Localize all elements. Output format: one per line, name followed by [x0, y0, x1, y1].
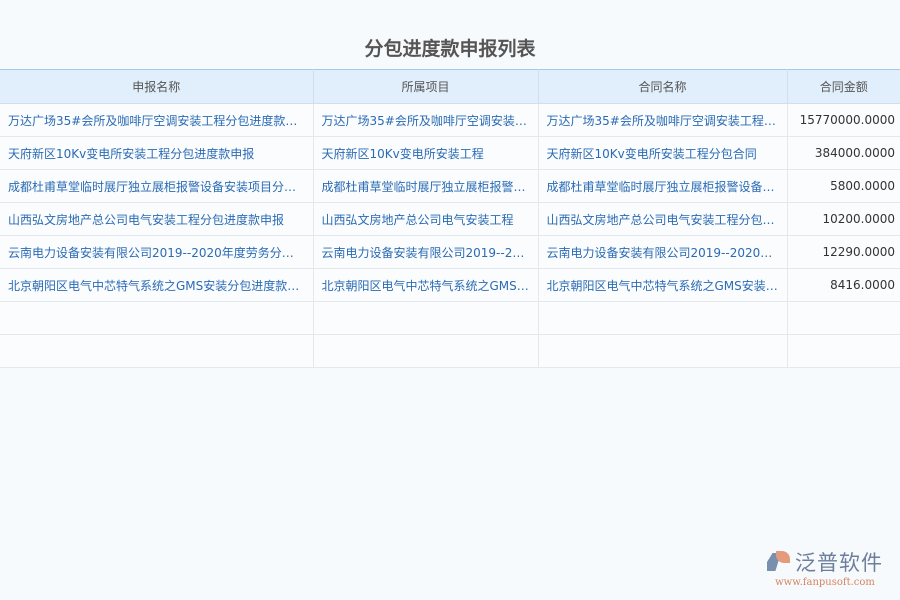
logo-url: www.fanpusoft.com — [760, 577, 890, 588]
contract-amount-cell: 5800.0000 — [787, 170, 900, 203]
report-name-cell — [0, 302, 313, 335]
column-header-project[interactable]: 所属项目 — [313, 70, 538, 104]
project-cell[interactable]: 云南电力设备安装有限公司2019--202… — [313, 236, 538, 269]
contract-amount-cell: 15770000.0000 — [787, 104, 900, 137]
report-name-cell[interactable]: 天府新区10Kv变电所安装工程分包进度款申报 — [0, 137, 313, 170]
report-name-cell — [0, 335, 313, 368]
report-name-cell[interactable]: 成都杜甫草堂临时展厅独立展柜报警设备安装项目分包… — [0, 170, 313, 203]
contract-amount-cell — [787, 335, 900, 368]
contract-name-cell[interactable]: 北京朝阳区电气中芯特气系统之GMS安装… — [538, 269, 787, 302]
report-name-cell[interactable]: 山西弘文房地产总公司电气安装工程分包进度款申报 — [0, 203, 313, 236]
project-cell[interactable]: 山西弘文房地产总公司电气安装工程 — [313, 203, 538, 236]
column-header-contract-name[interactable]: 合同名称 — [538, 70, 787, 104]
report-name-cell[interactable]: 北京朝阳区电气中芯特气系统之GMS安装分包进度款申报 — [0, 269, 313, 302]
table-row[interactable]: 万达广场35#会所及咖啡厅空调安装工程分包进度款申报万达广场35#会所及咖啡厅空… — [0, 104, 900, 137]
table-row[interactable]: 成都杜甫草堂临时展厅独立展柜报警设备安装项目分包…成都杜甫草堂临时展厅独立展柜报… — [0, 170, 900, 203]
column-header-contract-amount[interactable]: 合同金额 — [787, 70, 900, 104]
table-row[interactable]: 云南电力设备安装有限公司2019--2020年度劳务分包进…云南电力设备安装有限… — [0, 236, 900, 269]
contract-amount-cell: 384000.0000 — [787, 137, 900, 170]
contract-amount-cell: 8416.0000 — [787, 269, 900, 302]
contract-amount-cell — [787, 302, 900, 335]
contract-amount-cell: 12290.0000 — [787, 236, 900, 269]
contract-amount-cell: 10200.0000 — [787, 203, 900, 236]
report-name-cell[interactable]: 万达广场35#会所及咖啡厅空调安装工程分包进度款申报 — [0, 104, 313, 137]
empty-table-row — [0, 335, 900, 368]
report-name-cell[interactable]: 云南电力设备安装有限公司2019--2020年度劳务分包进… — [0, 236, 313, 269]
project-cell[interactable]: 北京朝阳区电气中芯特气系统之GMS… — [313, 269, 538, 302]
table-header: 申报名称 所属项目 合同名称 合同金额 — [0, 70, 900, 104]
contract-name-cell[interactable]: 云南电力设备安装有限公司2019--2020年… — [538, 236, 787, 269]
project-cell[interactable]: 成都杜甫草堂临时展厅独立展柜报警… — [313, 170, 538, 203]
column-header-report-name[interactable]: 申报名称 — [0, 70, 313, 104]
project-cell[interactable]: 万达广场35#会所及咖啡厅空调安装… — [313, 104, 538, 137]
page-title: 分包进度款申报列表 — [0, 34, 900, 61]
contract-name-cell — [538, 335, 787, 368]
project-cell[interactable]: 天府新区10Kv变电所安装工程 — [313, 137, 538, 170]
logo-mark-icon — [767, 551, 791, 573]
fanpusoft-logo: 泛普软件 www.fanpusoft.com — [760, 547, 890, 588]
contract-name-cell — [538, 302, 787, 335]
contract-name-cell[interactable]: 山西弘文房地产总公司电气安装工程分包… — [538, 203, 787, 236]
contract-name-cell[interactable]: 万达广场35#会所及咖啡厅空调安装工程… — [538, 104, 787, 137]
table-row[interactable]: 北京朝阳区电气中芯特气系统之GMS安装分包进度款申报北京朝阳区电气中芯特气系统之… — [0, 269, 900, 302]
empty-table-row — [0, 302, 900, 335]
project-cell — [313, 335, 538, 368]
contract-name-cell[interactable]: 成都杜甫草堂临时展厅独立展柜报警设备… — [538, 170, 787, 203]
report-table: 申报名称 所属项目 合同名称 合同金额 万达广场35#会所及咖啡厅空调安装工程分… — [0, 69, 900, 368]
table-row[interactable]: 天府新区10Kv变电所安装工程分包进度款申报天府新区10Kv变电所安装工程天府新… — [0, 137, 900, 170]
logo-name: 泛普软件 — [795, 547, 883, 577]
project-cell — [313, 302, 538, 335]
table-row[interactable]: 山西弘文房地产总公司电气安装工程分包进度款申报山西弘文房地产总公司电气安装工程山… — [0, 203, 900, 236]
contract-name-cell[interactable]: 天府新区10Kv变电所安装工程分包合同 — [538, 137, 787, 170]
